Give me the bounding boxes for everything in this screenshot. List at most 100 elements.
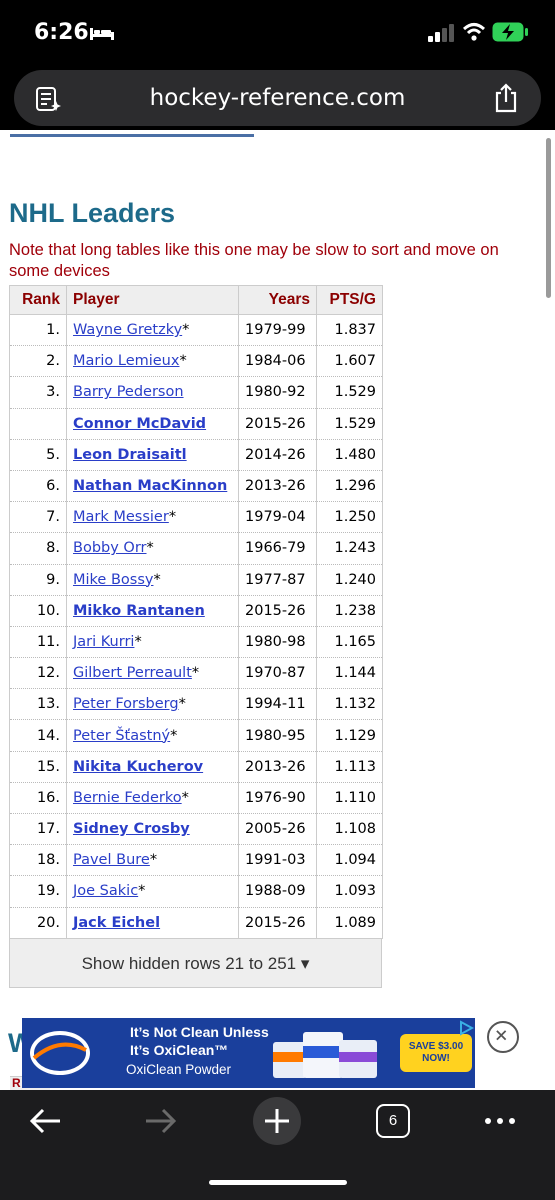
rank-cell: 14. <box>9 719 67 752</box>
player-cell: Gilbert Perreault* <box>66 657 239 690</box>
player-link[interactable]: Peter Forsberg <box>73 696 179 712</box>
table-note: Note that long tables like this one may … <box>9 241 499 280</box>
oxiclean-logo <box>30 1031 90 1075</box>
player-link[interactable]: Joe Sakic <box>73 883 138 899</box>
player-cell: Connor McDavid <box>66 408 239 440</box>
ptsg-cell: 1.607 <box>316 345 383 378</box>
col-header-ptsg[interactable]: PTS/G <box>316 285 383 315</box>
home-indicator <box>209 1180 347 1185</box>
share-icon[interactable] <box>493 83 519 113</box>
ad-close-button[interactable] <box>487 1021 519 1053</box>
status-bar: 6:26 <box>0 0 555 68</box>
hall-of-fame-marker: * <box>179 353 187 370</box>
ptsg-cell: 1.529 <box>316 376 383 409</box>
ptsg-cell: 1.110 <box>316 782 383 815</box>
table-row: 13. Peter Forsberg* 1994-11 1.132 <box>9 688 383 721</box>
ad-offer-badge[interactable]: SAVE $3.00 NOW! <box>400 1034 472 1072</box>
ad-close-icon[interactable] <box>489 1023 517 1051</box>
table-row: 15. Nikita Kucherov 2013-26 1.113 <box>9 751 383 783</box>
ad-choices-icon[interactable] <box>458 1020 474 1036</box>
ptsg-cell: 1.238 <box>316 595 383 627</box>
player-link[interactable]: Barry Pederson <box>73 384 184 400</box>
player-link[interactable]: Gilbert Perreault <box>73 665 192 681</box>
ad-subline: OxiClean Powder <box>126 1062 232 1077</box>
col-header-years[interactable]: Years <box>238 285 317 315</box>
battery-charging-icon <box>492 22 528 42</box>
rank-cell: 18. <box>9 844 67 877</box>
player-cell: Nikita Kucherov <box>66 751 239 783</box>
player-link[interactable]: Connor McDavid <box>73 416 206 432</box>
player-link[interactable]: Peter Šťastný <box>73 728 170 744</box>
player-link[interactable]: Jack Eichel <box>73 915 160 931</box>
table-row: 20. Jack Eichel 2015-26 1.089 <box>9 907 383 939</box>
rank-cell: 3. <box>9 376 67 409</box>
years-cell: 1970-87 <box>238 657 317 690</box>
years-cell: 1980-92 <box>238 376 317 409</box>
player-cell: Mario Lemieux* <box>66 345 239 378</box>
hall-of-fame-marker: * <box>182 322 190 339</box>
table-row: 2. Mario Lemieux* 1984-06 1.607 <box>9 345 383 378</box>
hall-of-fame-marker: * <box>181 789 189 806</box>
forward-arrow-icon[interactable] <box>142 1104 178 1138</box>
ptsg-cell: 1.243 <box>316 532 383 565</box>
player-link[interactable]: Bobby Orr <box>73 540 147 556</box>
player-cell: Mikko Rantanen <box>66 595 239 627</box>
table-row: 8. Bobby Orr* 1966-79 1.243 <box>9 532 383 565</box>
ptsg-cell: 1.132 <box>316 688 383 721</box>
player-link[interactable]: Wayne Gretzky <box>73 322 182 338</box>
rank-cell: 20. <box>9 907 67 939</box>
player-link[interactable]: Sidney Crosby <box>73 821 190 837</box>
col-header-rank[interactable]: Rank <box>9 285 67 315</box>
player-link[interactable]: Mario Lemieux <box>73 353 179 369</box>
player-cell: Bernie Federko* <box>66 782 239 815</box>
table-row: 9. Mike Bossy* 1977-87 1.240 <box>9 564 383 596</box>
player-cell: Wayne Gretzky* <box>66 314 239 347</box>
player-link[interactable]: Leon Draisaitl <box>73 447 187 463</box>
more-icon[interactable] <box>482 1104 518 1138</box>
player-link[interactable]: Mike Bossy <box>73 572 153 588</box>
address-bar[interactable]: hockey-reference.com <box>14 70 541 126</box>
back-arrow-icon[interactable] <box>28 1104 64 1138</box>
player-link[interactable]: Mikko Rantanen <box>73 603 205 619</box>
rank-cell: 5. <box>9 439 67 471</box>
ptsg-cell: 1.089 <box>316 907 383 939</box>
player-link[interactable]: Mark Messier <box>73 509 169 525</box>
player-link[interactable]: Bernie Federko <box>73 790 182 806</box>
ad-banner[interactable]: It’s Not Clean Unless It’s OxiClean™ Oxi… <box>22 1018 475 1088</box>
web-page: NHL Leaders Note that long tables like t… <box>0 130 555 1090</box>
show-hidden-rows-button[interactable]: Show hidden rows 21 to 251 ▾ <box>9 938 382 988</box>
wifi-icon <box>462 23 486 41</box>
new-tab-plus-icon[interactable] <box>252 1096 302 1146</box>
player-link[interactable]: Nathan MacKinnon <box>73 478 227 494</box>
table-row: 18. Pavel Bure* 1991-03 1.094 <box>9 844 383 877</box>
ptsg-cell: 1.296 <box>316 470 383 503</box>
rank-cell: 1. <box>9 314 67 347</box>
url-text[interactable]: hockey-reference.com <box>14 85 541 111</box>
scrollbar[interactable] <box>546 138 551 298</box>
years-cell: 2015-26 <box>238 907 317 939</box>
years-cell: 1980-98 <box>238 626 317 659</box>
years-cell: 2013-26 <box>238 470 317 503</box>
ptsg-cell: 1.094 <box>316 844 383 877</box>
rank-cell: 13. <box>9 688 67 721</box>
player-link[interactable]: Pavel Bure <box>73 852 150 868</box>
table-row: 14. Peter Šťastný* 1980-95 1.129 <box>9 719 383 752</box>
player-cell: Jack Eichel <box>66 907 239 939</box>
years-cell: 1988-09 <box>238 875 317 908</box>
rank-cell <box>9 408 67 440</box>
table-row: 5. Leon Draisaitl 2014-26 1.480 <box>9 439 383 471</box>
bed-icon <box>90 28 114 40</box>
table-row: 17. Sidney Crosby 2005-26 1.108 <box>9 813 383 846</box>
hall-of-fame-marker: * <box>168 509 177 526</box>
table-row: 6. Nathan MacKinnon 2013-26 1.296 <box>9 470 383 503</box>
player-link[interactable]: Nikita Kucherov <box>73 759 203 775</box>
years-cell: 1979-04 <box>238 501 317 534</box>
player-link[interactable]: Jari Kurri <box>73 634 134 650</box>
tabs-icon[interactable]: 6 <box>376 1104 410 1138</box>
table-header-row: Rank Player Years PTS/G <box>9 285 383 315</box>
rank-cell: 8. <box>9 532 67 565</box>
years-cell: 1980-95 <box>238 719 317 752</box>
ptsg-cell: 1.144 <box>316 657 383 690</box>
status-time: 6:26 <box>34 20 89 45</box>
col-header-player[interactable]: Player <box>66 285 239 315</box>
